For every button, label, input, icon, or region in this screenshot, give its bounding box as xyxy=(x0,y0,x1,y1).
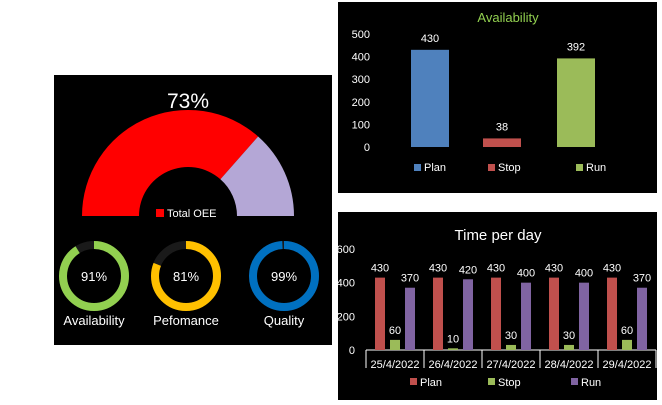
bar-value-label: 30 xyxy=(563,330,575,342)
bar-stop xyxy=(483,138,521,147)
gauge-value-label: 73% xyxy=(167,90,209,113)
legend-label: Stop xyxy=(498,162,521,174)
gauge-legend-label: Total OEE xyxy=(167,208,217,220)
bar-value-label: 420 xyxy=(459,264,477,276)
y-tick-label: 600 xyxy=(338,244,355,256)
bar-value-label: 60 xyxy=(621,325,633,337)
legend-swatch xyxy=(576,164,583,171)
bar-value-label: 38 xyxy=(496,121,508,133)
availability-legend: Plan Stop Run xyxy=(414,162,606,174)
bar-stop xyxy=(390,339,400,350)
bar-run xyxy=(557,58,595,147)
bar-value-label: 430 xyxy=(545,263,563,275)
y-tick-label: 200 xyxy=(338,311,355,323)
availability-bars: 430 38 392 xyxy=(411,33,595,147)
availability-chart-title: Availability xyxy=(477,10,539,25)
bar-stop xyxy=(564,344,574,350)
bar-value-label: 370 xyxy=(401,273,419,285)
y-tick-label: 100 xyxy=(352,119,370,131)
bar-plan xyxy=(411,49,449,147)
bar-run xyxy=(405,287,415,350)
bar-plan xyxy=(607,277,617,350)
x-tick-label: 28/4/2022 xyxy=(545,359,594,371)
gauge xyxy=(82,110,294,216)
availability-chart-panel: Availability 0 100 200 300 400 500 430 38 392 P… xyxy=(338,2,657,193)
bar-plan xyxy=(375,277,385,350)
y-tick-label: 0 xyxy=(364,142,370,154)
bar-run xyxy=(637,287,647,350)
bar-value-label: 370 xyxy=(633,273,651,285)
legend-label: Plan xyxy=(424,162,446,174)
y-tick-label: 0 xyxy=(349,345,355,357)
legend-swatch xyxy=(488,164,495,171)
oee-panel: 73% Total OEE 91% Availability 81% Pefomanc… xyxy=(54,75,332,345)
bar-stop xyxy=(622,339,632,350)
y-tick-label: 200 xyxy=(352,97,370,109)
bar-run xyxy=(579,282,589,350)
y-tick-label: 400 xyxy=(352,52,370,64)
bar-run xyxy=(463,279,473,350)
legend-label: Stop xyxy=(498,377,521,389)
oee-chart: 73% Total OEE 91% Availability 81% Pefomanc… xyxy=(59,90,319,328)
legend-swatch xyxy=(488,378,495,385)
bar-value-label: 60 xyxy=(389,325,401,337)
donut-value-label: 81% xyxy=(173,269,199,284)
bar-value-label: 392 xyxy=(567,41,585,53)
x-tick-label: 27/4/2022 xyxy=(487,359,536,371)
donut-name-label: Quality xyxy=(264,313,305,328)
y-tick-label: 300 xyxy=(352,74,370,86)
bar-value-label: 400 xyxy=(517,268,535,280)
legend-swatch xyxy=(414,164,421,171)
bar-plan xyxy=(433,277,443,350)
legend-label: Run xyxy=(586,162,606,174)
donut-group: 91% Availability 81% Pefomance 99% Quality xyxy=(59,241,319,328)
time-bars: 430 60 370 430 10 420 430 30 400 430 30 400 430 60 370 xyxy=(371,263,651,350)
legend-label: Run xyxy=(581,377,601,389)
x-tick-label: 29/4/2022 xyxy=(603,359,652,371)
bar-value-label: 10 xyxy=(447,333,459,345)
bar-value-label: 430 xyxy=(429,263,447,275)
time-per-day-panel: Time per day 0 200 400 600 25/4/2022 26/4/202… xyxy=(337,212,657,400)
bar-value-label: 430 xyxy=(371,263,389,275)
donut-name-label: Availability xyxy=(63,313,125,328)
donut-name-label: Pefomance xyxy=(153,313,219,328)
gauge-legend-swatch xyxy=(156,209,164,217)
time-legend: Plan Stop Run xyxy=(410,377,601,389)
legend-label: Plan xyxy=(420,377,442,389)
donut-value-label: 99% xyxy=(271,269,297,284)
y-tick-label: 400 xyxy=(338,278,355,290)
bar-plan xyxy=(491,277,501,350)
legend-swatch xyxy=(571,378,578,385)
bar-stop xyxy=(448,348,458,350)
y-tick-label: 500 xyxy=(352,29,370,41)
bar-plan xyxy=(549,277,559,350)
bar-value-label: 430 xyxy=(603,263,621,275)
legend-swatch xyxy=(410,378,417,385)
bar-value-label: 30 xyxy=(505,330,517,342)
bar-value-label: 400 xyxy=(575,268,593,280)
x-tick-label: 26/4/2022 xyxy=(429,359,478,371)
availability-chart: Availability 0 100 200 300 400 500 430 38 392 P… xyxy=(352,10,607,174)
bar-run xyxy=(521,282,531,350)
donut-value-label: 91% xyxy=(81,269,107,284)
availability-y-axis: 0 100 200 300 400 500 xyxy=(352,29,370,154)
x-tick-label: 25/4/2022 xyxy=(371,359,420,371)
time-per-day-chart: Time per day 0 200 400 600 25/4/2022 26/4/202… xyxy=(337,227,657,389)
bar-value-label: 430 xyxy=(487,263,505,275)
bar-value-label: 430 xyxy=(421,33,439,45)
bar-stop xyxy=(506,344,516,350)
time-per-day-title: Time per day xyxy=(455,227,542,244)
gauge-fill xyxy=(82,110,259,216)
